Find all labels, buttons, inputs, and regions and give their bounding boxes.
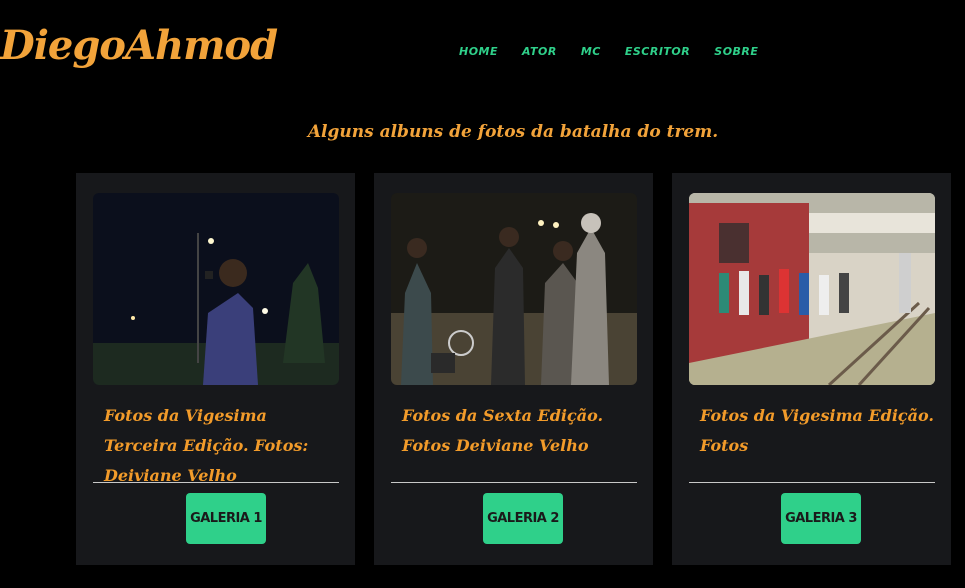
galeria-3-button[interactable]: GALERIA 3 <box>781 493 861 544</box>
album-title-1: Fotos da Vigesima Terceira Edição. Fotos… <box>104 406 309 485</box>
album-photo-3[interactable] <box>689 193 935 385</box>
site-logo[interactable]: DiegoAhmod <box>0 22 278 69</box>
nav-home[interactable]: HOME <box>459 45 498 58</box>
nav-ator[interactable]: ATOR <box>522 45 557 58</box>
page-subtitle: Alguns albuns de fotos da batalha do tre… <box>307 122 719 142</box>
nav-mc[interactable]: MC <box>581 45 601 58</box>
album-card-3: Fotos da Vigesima Edição. Fotos GALERIA … <box>672 173 951 565</box>
album-photo-2[interactable] <box>391 193 637 385</box>
album-title-3: Fotos da Vigesima Edição. Fotos <box>700 406 934 455</box>
nav-sobre[interactable]: SOBRE <box>714 45 758 58</box>
album-title-2: Fotos da Sexta Edição. Fotos Deiviane Ve… <box>402 406 604 455</box>
album-card-1: Fotos da Vigesima Terceira Edição. Fotos… <box>76 173 355 565</box>
main-nav: HOME ATOR MC ESCRITOR SOBRE <box>459 45 758 58</box>
album-photo-1[interactable] <box>93 193 339 385</box>
galeria-2-button[interactable]: GALERIA 2 <box>483 493 563 544</box>
card-divider <box>93 482 339 483</box>
album-card-2: Fotos da Sexta Edição. Fotos Deiviane Ve… <box>374 173 653 565</box>
galeria-1-button[interactable]: GALERIA 1 <box>186 493 266 544</box>
nav-escritor[interactable]: ESCRITOR <box>625 45 690 58</box>
card-divider <box>689 482 935 483</box>
card-divider <box>391 482 637 483</box>
